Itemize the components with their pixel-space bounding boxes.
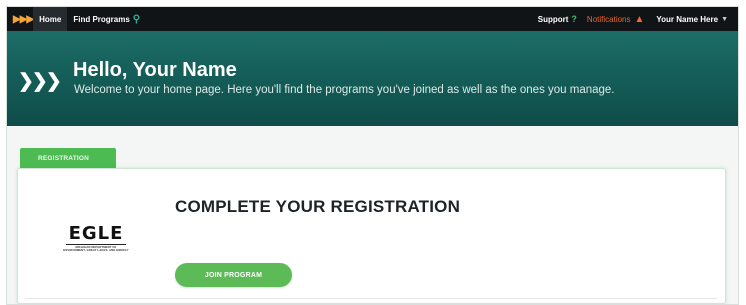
logo-subtext-line2: ENVIRONMENT, GREAT LAKES, AND ENERGY (63, 248, 129, 253)
notifications-link[interactable]: Notifications ▲ (587, 7, 656, 31)
welcome-banner: ❯ ❯ ❯ Hello, Your Name Welcome to your hom… (7, 31, 738, 126)
triple-chevron-icon[interactable]: ▶ ▶ ▶ (13, 14, 34, 25)
nav-find-programs-link[interactable]: Find Programs ⚲ (67, 7, 146, 31)
chevron-down-icon: ▼ (721, 15, 728, 23)
nav-home-link[interactable]: Home (33, 7, 68, 31)
tab-registration[interactable]: REGISTRATION (20, 148, 116, 169)
triple-chevron-icon: ❯ ❯ ❯ (18, 71, 62, 92)
divider (26, 298, 717, 299)
page-title: Hello, Your Name (73, 59, 237, 81)
notifications-label: Notifications (586, 14, 631, 24)
search-icon[interactable]: ⚲ (133, 14, 140, 25)
nav-find-programs-label: Find Programs (73, 14, 130, 24)
registration-heading: COMPLETE YOUR REGISTRATION (175, 197, 461, 216)
support-link[interactable]: Support ? (532, 7, 587, 31)
user-menu[interactable]: Your Name Here ▼ (656, 15, 728, 24)
top-navigation: ▶ ▶ ▶ Home Find Programs ⚲ Support ? Notif… (7, 7, 738, 31)
logo-wordmark: EGLE (68, 223, 124, 244)
support-label: Support (537, 14, 569, 24)
nav-right-group: Support ? Notifications ▲ Your Name Here… (532, 7, 738, 31)
egle-logo: EGLE MICHIGAN DEPARTMENT OF ENVIRONMENT,… (51, 225, 141, 252)
question-icon: ? (571, 14, 577, 24)
app-window: ▶ ▶ ▶ Home Find Programs ⚲ Support ? Notif… (6, 6, 739, 305)
user-name: Your Name Here (656, 14, 719, 24)
join-program-button[interactable]: JOIN PROGRAM (175, 263, 292, 287)
page-subtitle: Welcome to your home page. Here you'll f… (74, 84, 615, 96)
registration-card: EGLE MICHIGAN DEPARTMENT OF ENVIRONMENT,… (17, 168, 726, 304)
bell-icon[interactable]: ▲ (635, 14, 645, 25)
